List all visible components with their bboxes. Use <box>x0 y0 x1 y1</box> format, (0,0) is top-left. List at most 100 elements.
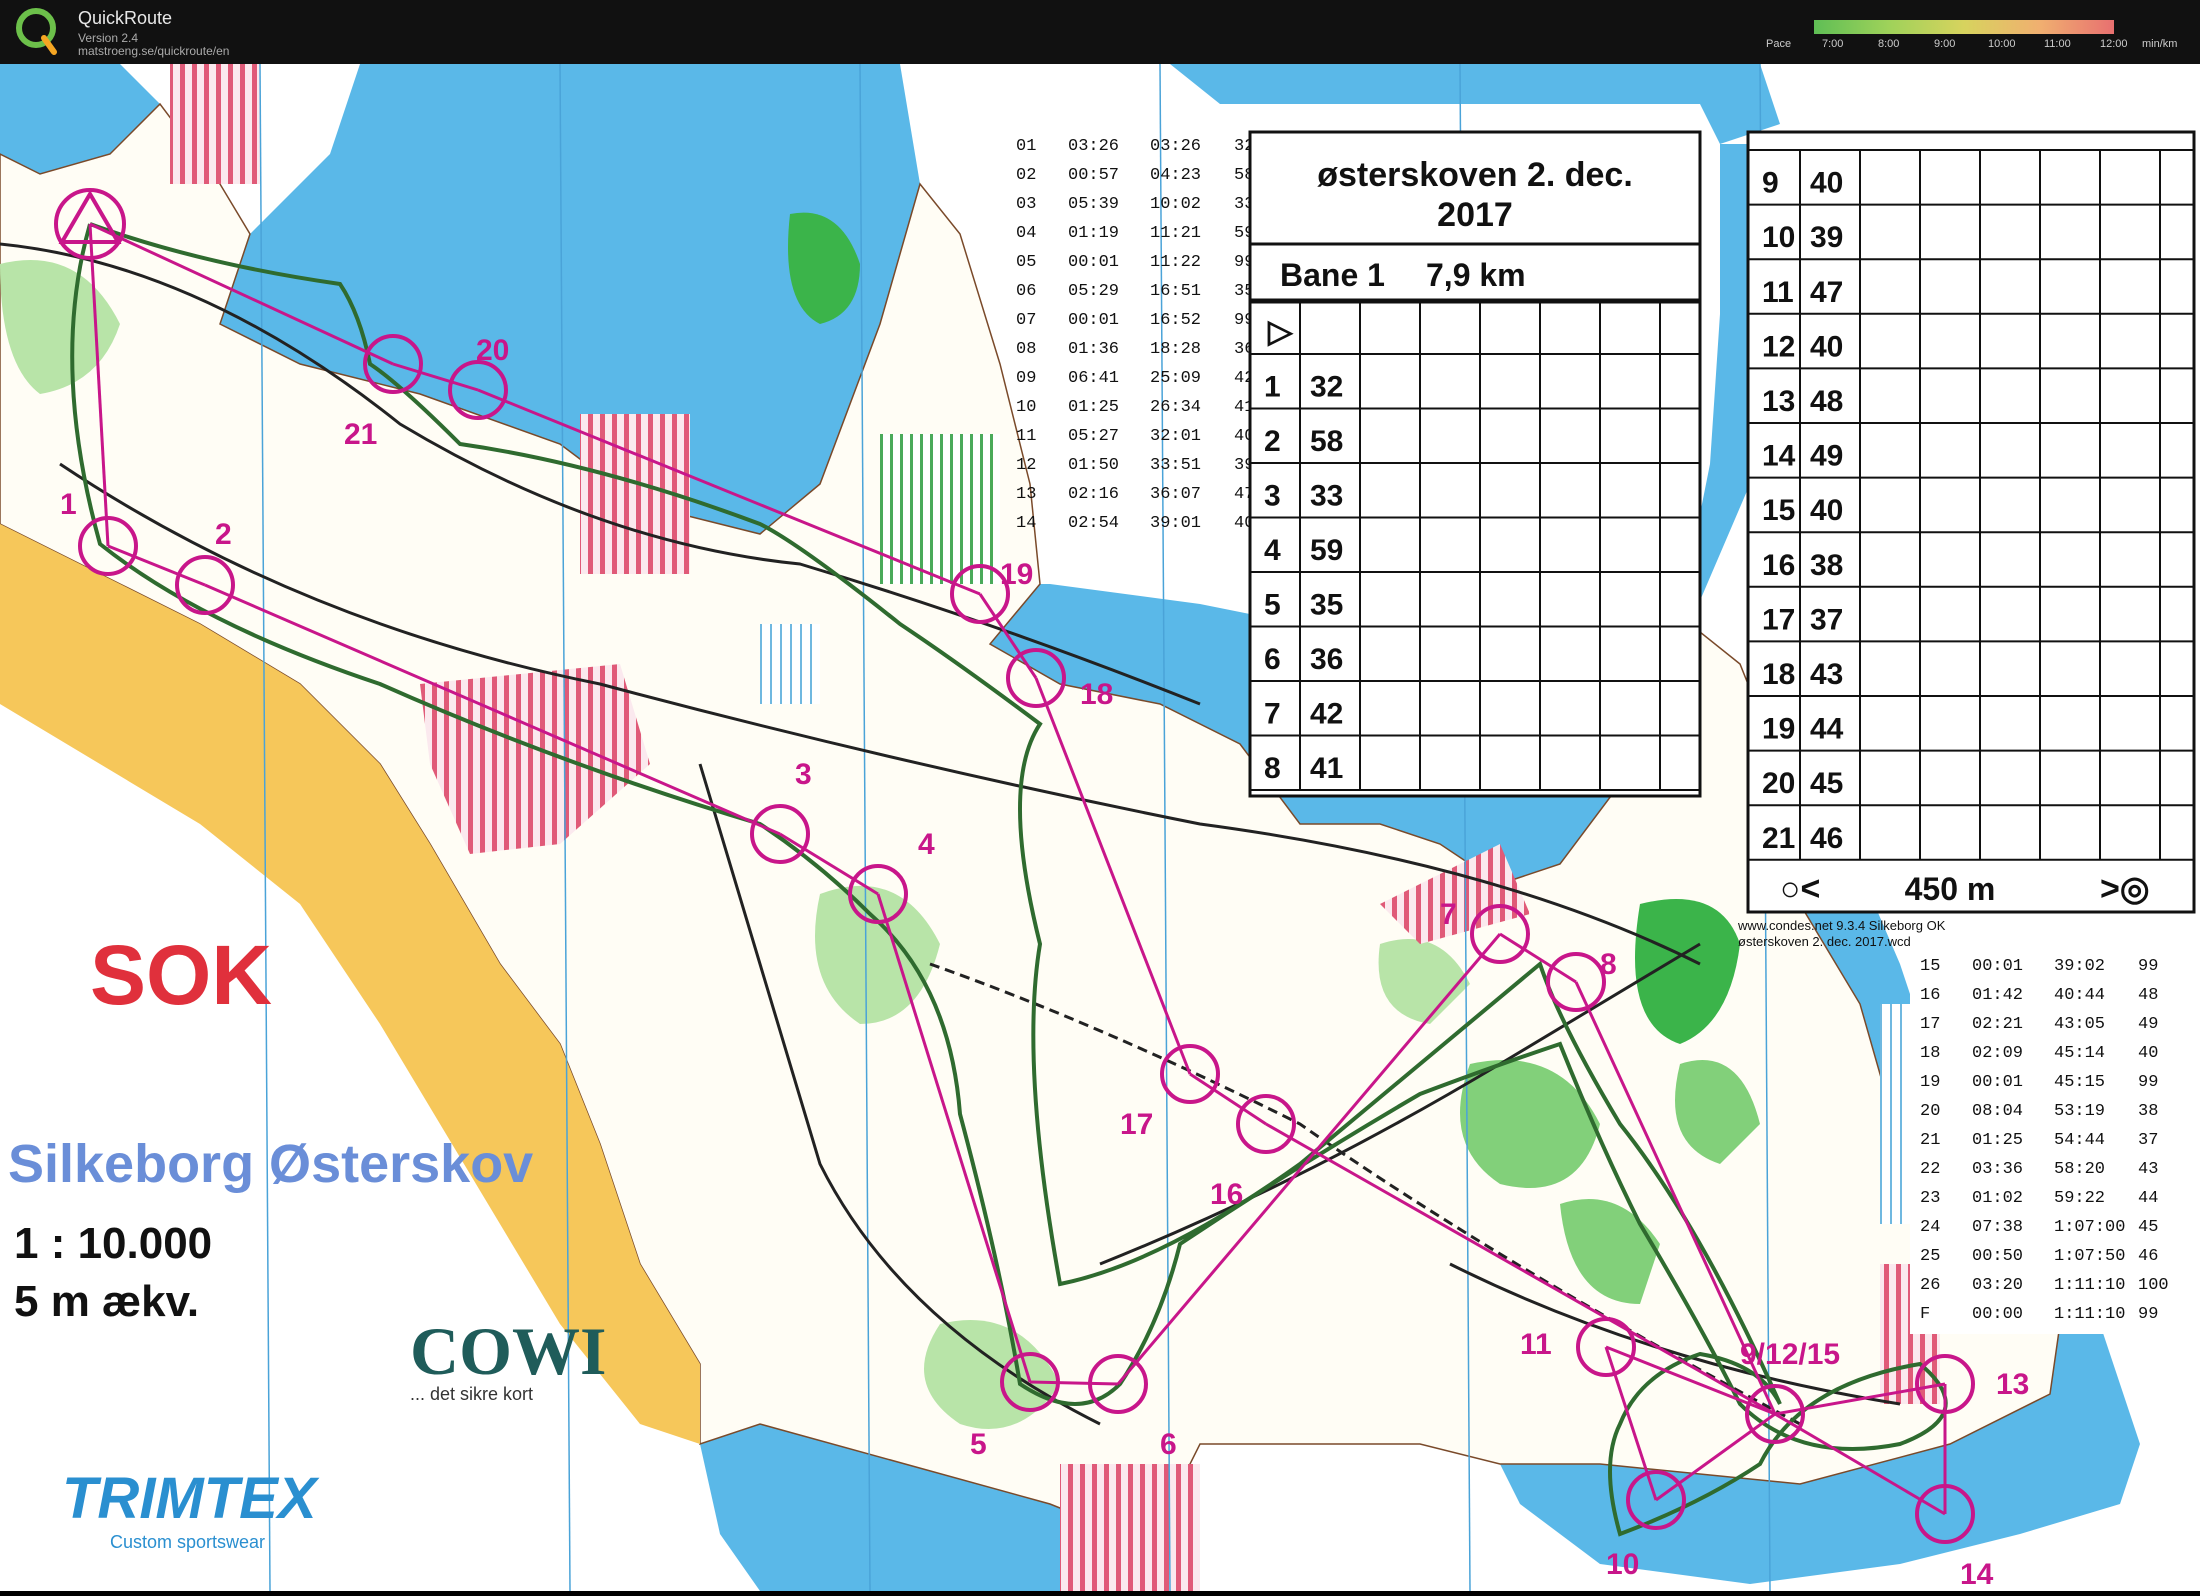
pace-legend: Pace 7:00 8:00 9:00 10:00 11:00 12:00 mi… <box>1760 12 2200 60</box>
control-number: 6 <box>1160 1428 1177 1461</box>
split-leg: 08 <box>1016 340 1036 359</box>
control-number: 19 <box>1000 558 1033 591</box>
split-total: 59:22 <box>2054 1189 2105 1208</box>
desc-control-code: 40 <box>1810 494 1843 527</box>
split-total: 04:23 <box>1150 166 1201 185</box>
split-leg: 02 <box>1016 166 1036 185</box>
desc-control-number: 7 <box>1264 698 1281 731</box>
split-total: 43:05 <box>2054 1015 2105 1034</box>
split-total: 36:07 <box>1150 485 1201 504</box>
desc-control-code: 46 <box>1810 822 1843 855</box>
split-leg: 04 <box>1016 224 1036 243</box>
split-code: 99 <box>2138 957 2158 976</box>
split-total: 40:44 <box>2054 986 2105 1005</box>
split-total: 11:21 <box>1150 224 1201 243</box>
desc-control-code: 36 <box>1310 643 1343 676</box>
split-time: 01:02 <box>1972 1189 2023 1208</box>
desc-control-number: 20 <box>1762 767 1795 800</box>
pace-color-bar <box>1814 20 2114 34</box>
app-name: QuickRoute <box>78 8 173 28</box>
desc-control-code: 44 <box>1810 713 1844 746</box>
split-code: 48 <box>2138 986 2158 1005</box>
split-total: 26:34 <box>1150 398 1201 417</box>
control-number: 7 <box>1440 898 1457 931</box>
split-code: 46 <box>2138 1247 2158 1266</box>
map-title: Silkeborg Østerskov <box>8 1134 533 1194</box>
split-leg: 17 <box>1920 1015 1940 1034</box>
control-number: 16 <box>1210 1178 1243 1211</box>
control-number: 2 <box>215 518 232 551</box>
split-time: 00:01 <box>1972 1073 2023 1092</box>
pace-tick: 9:00 <box>1934 38 1956 50</box>
split-total: 16:52 <box>1150 311 1201 330</box>
splits-table-top: 01 03:26 03:26 3202 00:57 04:23 5803 05:39 10:02… <box>1016 137 1254 533</box>
split-time: 00:00 <box>1972 1305 2023 1324</box>
control-number: 17 <box>1120 1108 1153 1141</box>
split-time: 01:25 <box>1068 398 1119 417</box>
split-leg: 23 <box>1920 1189 1940 1208</box>
split-total: 10:02 <box>1150 195 1201 214</box>
desc-control-number: 18 <box>1762 658 1795 691</box>
split-leg: 14 <box>1016 514 1036 533</box>
desc-control-number: 4 <box>1264 534 1281 567</box>
split-code: 49 <box>2138 1015 2158 1034</box>
sok-logo: SOK <box>90 928 272 1022</box>
control-number: 10 <box>1606 1548 1639 1581</box>
map-contour: 5 m ækv. <box>14 1277 199 1326</box>
desc-control-code: 49 <box>1810 440 1843 473</box>
desc-control-code: 45 <box>1810 767 1843 800</box>
split-time: 01:25 <box>1972 1131 2023 1150</box>
split-total: 25:09 <box>1150 369 1201 388</box>
desc-control-number: 14 <box>1762 440 1796 473</box>
split-leg: 20 <box>1920 1102 1940 1121</box>
split-time: 01:19 <box>1068 224 1119 243</box>
pace-tick: 8:00 <box>1878 38 1900 50</box>
map-canvas[interactable]: 12345 6789/12/1510111314161718192021 SOK … <box>0 63 2200 1592</box>
control-number: 18 <box>1080 678 1113 711</box>
split-time: 01:42 <box>1972 986 2023 1005</box>
split-time: 05:27 <box>1068 427 1119 446</box>
trimtex-logo: TRIMTEX <box>62 1466 320 1531</box>
pace-tick: 12:00 <box>2100 38 2128 50</box>
split-leg: 10 <box>1016 398 1036 417</box>
split-code: 99 <box>2138 1305 2158 1324</box>
split-time: 02:09 <box>1972 1044 2023 1063</box>
desc-control-number: 12 <box>1762 330 1795 363</box>
desc-course: Bane 1 <box>1280 257 1385 293</box>
split-time: 05:29 <box>1068 282 1119 301</box>
split-leg: 19 <box>1920 1073 1940 1092</box>
control-number: 4 <box>918 828 935 861</box>
desc-control-code: 48 <box>1810 385 1843 418</box>
sok-logo-text: SOK <box>90 928 272 1022</box>
split-code: 43 <box>2138 1160 2158 1179</box>
pace-tick: 11:00 <box>2044 38 2071 50</box>
split-leg: 22 <box>1920 1160 1940 1179</box>
split-time: 08:04 <box>1972 1102 2023 1121</box>
split-leg: 15 <box>1920 957 1940 976</box>
orienteering-map[interactable]: 1 2 3 4 5 6 7 8 9/12/15 10 11 13 14 16 17 18 19 20 21 SOK … <box>0 63 2200 1592</box>
split-code: 40 <box>2138 1044 2158 1063</box>
split-total: 32:01 <box>1150 427 1201 446</box>
desc-control-number: 19 <box>1762 713 1795 746</box>
desc-control-code: 38 <box>1810 549 1843 582</box>
cowi-tagline: ... det sikre kort <box>410 1384 533 1404</box>
split-leg: 11 <box>1016 427 1036 446</box>
desc-control-code: 35 <box>1310 589 1343 622</box>
desc-length: 7,9 km <box>1426 257 1526 293</box>
split-time: 02:16 <box>1068 485 1119 504</box>
map-scale: 1 : 10.000 <box>14 1219 212 1268</box>
split-total: 11:22 <box>1150 253 1201 272</box>
desc-control-number: 16 <box>1762 549 1795 582</box>
desc-control-number: 6 <box>1264 643 1281 676</box>
split-time: 00:50 <box>1972 1247 2023 1266</box>
desc-control-code: 59 <box>1310 534 1343 567</box>
split-total: 1:11:10 <box>2054 1276 2125 1295</box>
split-time: 00:01 <box>1068 253 1119 272</box>
split-total: 39:02 <box>2054 957 2105 976</box>
control-number: 9/12/15 <box>1740 1338 1840 1371</box>
split-total: 18:28 <box>1150 340 1201 359</box>
desc-finish-symbol: ○< <box>1780 870 1820 908</box>
split-time: 02:54 <box>1068 514 1119 533</box>
desc-control-number: 21 <box>1762 822 1795 855</box>
split-total: 1:07:00 <box>2054 1218 2125 1237</box>
